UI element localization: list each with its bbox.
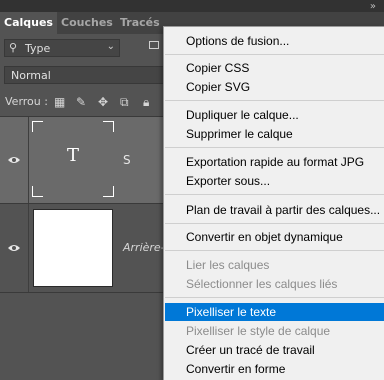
menu-separator	[165, 54, 384, 55]
eye-icon[interactable]	[7, 243, 21, 253]
artboard-icon[interactable]: ⧉	[120, 95, 129, 110]
menu-separator	[165, 194, 384, 195]
lock-label: Verrou :	[5, 95, 48, 108]
tab-calques[interactable]: Calques	[0, 12, 57, 34]
menu-item-pixelliser-style[interactable]: Pixelliser le style de calque	[165, 322, 384, 340]
brush-icon[interactable]: ✎	[76, 95, 86, 109]
thumb-corner	[32, 121, 43, 132]
text-layer-thumbnail: T	[32, 121, 114, 197]
checkerboard-icon[interactable]: ▦	[54, 95, 65, 109]
menu-item-convertir-en-forme[interactable]: Convertir en forme	[165, 360, 384, 378]
thumb-corner	[103, 186, 114, 197]
eye-icon[interactable]	[7, 155, 21, 165]
menu-separator	[165, 100, 384, 101]
menu-item-plan-de-travail[interactable]: Plan de travail à partir des calques...	[165, 201, 384, 219]
blend-mode-select[interactable]: Normal	[4, 66, 174, 84]
thumb-corner	[103, 121, 114, 132]
text-layer-glyph: T	[66, 145, 79, 166]
menu-item-pixelliser-texte[interactable]: Pixelliser le texte	[165, 303, 384, 321]
menu-item-copier-css[interactable]: Copier CSS	[165, 59, 384, 77]
visibility-column	[0, 204, 29, 292]
menu-item-exporter-sous[interactable]: Exporter sous...	[165, 172, 384, 190]
layers-panel: » Calques Couches Tracés ⚲ Type ⌄ Normal…	[0, 0, 384, 380]
menu-separator	[165, 297, 384, 298]
tab-couches[interactable]: Couches	[57, 12, 117, 34]
menu-item-dupliquer-calque[interactable]: Dupliquer le calque...	[165, 106, 384, 124]
lock-icon[interactable]: 🔒︎	[143, 95, 149, 110]
menu-item-creer-trace-travail[interactable]: Créer un tracé de travail	[165, 341, 384, 359]
search-icon: ⚲	[9, 41, 18, 54]
menu-item-exportation-rapide-jpg[interactable]: Exportation rapide au format JPG	[165, 153, 384, 171]
menu-item-selectionner-calques-lies[interactable]: Sélectionner les calques liés	[165, 275, 384, 293]
blend-mode-label: Normal	[11, 69, 51, 82]
menu-separator	[165, 223, 384, 224]
menu-item-copier-svg[interactable]: Copier SVG	[165, 78, 384, 96]
double-chevron-right-icon[interactable]: »	[370, 1, 376, 12]
menu-item-convertir-objet-dynamique[interactable]: Convertir en objet dynamique	[165, 228, 384, 246]
menu-item-lier-calques[interactable]: Lier les calques	[165, 256, 384, 274]
background-layer-thumbnail	[33, 209, 113, 287]
image-filter-icon[interactable]	[149, 41, 159, 49]
tab-traces[interactable]: Tracés	[116, 12, 164, 34]
panel-top-strip: »	[0, 0, 384, 12]
menu-separator	[165, 250, 384, 251]
menu-item-supprimer-calque[interactable]: Supprimer le calque	[165, 125, 384, 143]
layer-context-menu: Options de fusion... Copier CSS Copier S…	[163, 26, 384, 380]
menu-item-options-de-fusion[interactable]: Options de fusion...	[165, 32, 384, 50]
menu-separator	[165, 147, 384, 148]
visibility-column	[0, 117, 29, 203]
move-icon[interactable]: ✥	[98, 95, 108, 109]
filter-type-label: Type	[25, 42, 51, 55]
filter-type-select[interactable]: ⚲ Type ⌄	[4, 39, 120, 57]
chevron-down-icon: ⌄	[106, 41, 115, 52]
background-layer-name[interactable]: Arrière-	[123, 241, 165, 254]
thumb-corner	[32, 186, 43, 197]
text-layer-name[interactable]: S	[123, 153, 131, 167]
